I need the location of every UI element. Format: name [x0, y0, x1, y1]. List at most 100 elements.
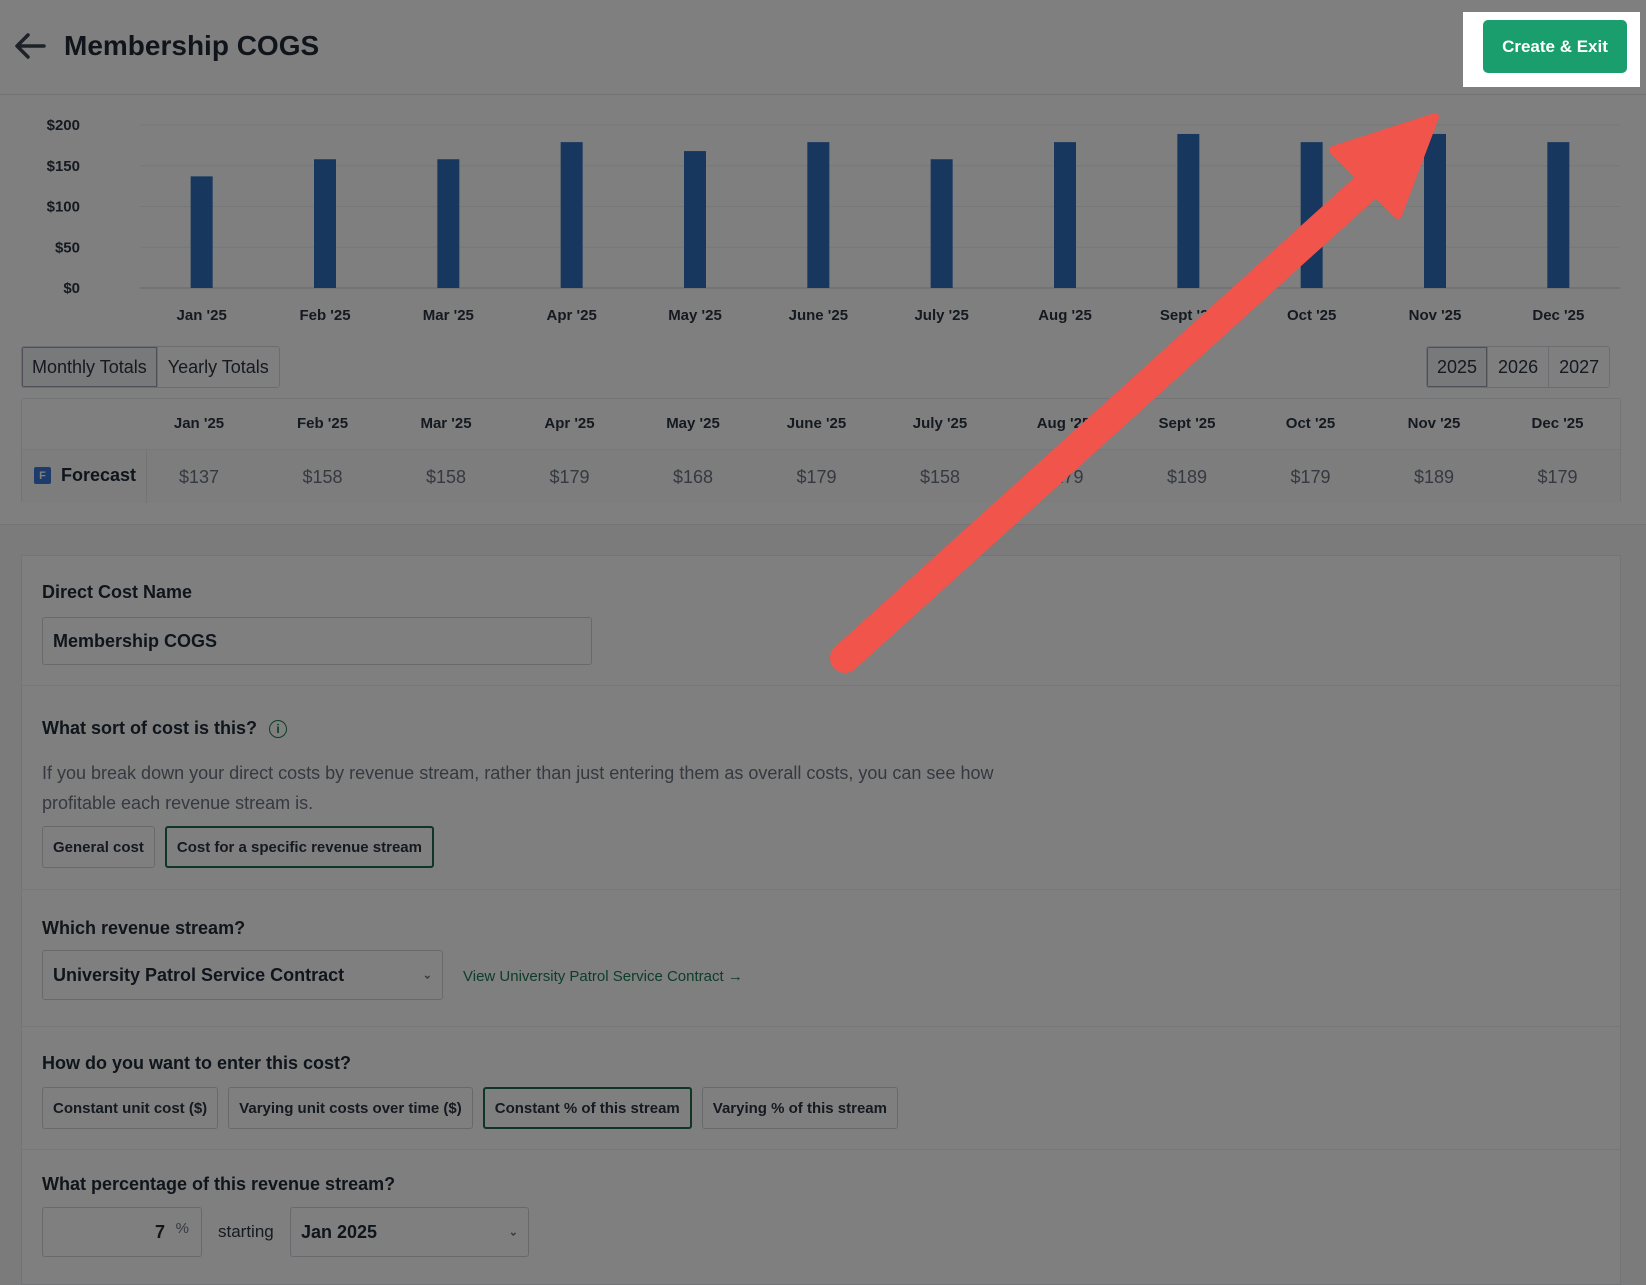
x-tick-label: June '25	[789, 307, 848, 324]
forecast-badge-icon: F	[34, 467, 51, 484]
constant-unit-cost-button[interactable]: Constant unit cost ($)	[42, 1087, 219, 1129]
month-header: May '25	[666, 415, 720, 432]
starting-month-value: Jan 2025	[301, 1221, 378, 1242]
forecast-label: F Forecast	[34, 465, 136, 486]
x-tick-label: Dec '25	[1532, 307, 1584, 324]
chart-bar[interactable]	[1300, 142, 1323, 288]
chevron-down-icon: ⌄	[422, 969, 432, 982]
cost-type-label: What sort of cost is this? i	[42, 718, 288, 739]
info-icon[interactable]: i	[269, 720, 288, 739]
x-tick-label: Oct '25	[1287, 307, 1336, 324]
chart-bar[interactable]	[1547, 142, 1570, 288]
view-stream-link[interactable]: View University Patrol Service Contract …	[463, 968, 743, 985]
chart-bar[interactable]	[1424, 133, 1446, 288]
year-toggle: 2025 2026 2027	[1426, 346, 1611, 388]
month-value[interactable]: $179	[762, 467, 872, 488]
cogs-bar-chart: $200 $150 $100 $50 $0 Jan '25 Feb '25 Mar '25 Ap…	[0, 100, 1646, 330]
month-value[interactable]: $179	[1256, 467, 1366, 488]
chart-bar[interactable]	[1177, 133, 1200, 288]
chart-bar[interactable]	[190, 176, 213, 288]
month-value[interactable]: $158	[268, 467, 378, 488]
chart-bar[interactable]	[1054, 142, 1076, 288]
name-label: Direct Cost Name	[42, 582, 193, 602]
specific-stream-cost-button[interactable]: Cost for a specific revenue stream	[164, 826, 434, 868]
x-tick-label: Feb '25	[299, 307, 350, 324]
x-tick-label: Nov '25	[1409, 307, 1462, 324]
totals-toggle: Monthly Totals Yearly Totals	[21, 346, 280, 388]
direct-cost-name-input[interactable]: Membership COGS	[42, 617, 592, 665]
chart-bar[interactable]	[807, 142, 830, 288]
revenue-stream-select[interactable]: University Patrol Service Contract ⌄	[42, 950, 443, 1000]
month-value[interactable]: $179	[1503, 467, 1613, 488]
month-value[interactable]: $137	[144, 467, 254, 488]
starting-label: starting	[218, 1222, 274, 1241]
x-tick-label: Mar '25	[423, 307, 474, 324]
chart-bar[interactable]	[684, 151, 706, 288]
month-value[interactable]: $158	[391, 467, 501, 488]
revenue-stream-section: Which revenue stream? University Patrol …	[22, 890, 1620, 1027]
year-2026-button[interactable]: 2026	[1488, 347, 1550, 387]
x-tick-label: Aug '25	[1038, 307, 1092, 324]
back-button[interactable]	[12, 28, 48, 64]
month-value[interactable]: $179	[515, 467, 625, 488]
month-value[interactable]: $179	[1009, 467, 1119, 488]
x-tick-label: Sept '25	[1160, 307, 1217, 324]
chart-bar[interactable]	[437, 159, 460, 288]
chart-bar[interactable]	[560, 142, 583, 288]
name-section: Direct Cost Name Membership COGS	[22, 556, 1620, 686]
direct-cost-form: Direct Cost Name Membership COGS What so…	[21, 555, 1621, 1285]
highlight-box: Create & Exit	[1463, 12, 1640, 87]
chart-svg: $200 $150 $100 $50 $0 Jan '25 Feb '25 Mar '25 Ap…	[47, 117, 1620, 324]
totals-table: Jan '25 Feb '25 Mar '25 Apr '25 May '25 June …	[21, 398, 1621, 503]
month-header: Nov '25	[1407, 415, 1461, 432]
yearly-totals-button[interactable]: Yearly Totals	[157, 347, 279, 387]
entry-method-label: How do you want to enter this cost?	[42, 1053, 352, 1073]
monthly-totals-button[interactable]: Monthly Totals	[22, 347, 158, 387]
percentage-section: What percentage of this revenue stream? …	[22, 1150, 1620, 1285]
chevron-down-icon: ⌄	[508, 1226, 518, 1239]
month-header: June '25	[786, 415, 847, 432]
entry-method-options: Constant unit cost ($) Varying unit cost…	[42, 1087, 898, 1129]
percentage-label: What percentage of this revenue stream?	[42, 1174, 396, 1194]
month-header: Mar '25	[420, 415, 472, 432]
column-divider	[146, 449, 147, 503]
varying-percent-button[interactable]: Varying % of this stream	[701, 1087, 898, 1129]
totals-forecast-row: F Forecast $137 $158 $158 $179 $168 $179 $158 $…	[22, 449, 1620, 503]
month-value[interactable]: $158	[885, 467, 995, 488]
forecast-text: Forecast	[61, 465, 137, 485]
cost-type-section: What sort of cost is this? i If you break…	[22, 686, 1620, 890]
month-header: Feb '25	[296, 415, 349, 432]
x-tick-label: July '25	[914, 307, 968, 324]
x-tick-label: Apr '25	[547, 307, 597, 324]
cost-type-options: General cost Cost for a specific revenue…	[42, 826, 434, 868]
create-exit-button[interactable]: Create & Exit	[1483, 20, 1627, 73]
month-header: Aug '25	[1036, 415, 1091, 432]
totals-header-row: Jan '25 Feb '25 Mar '25 Apr '25 May '25 June …	[22, 399, 1620, 449]
month-value[interactable]: $168	[638, 467, 748, 488]
y-tick-label: $0	[63, 280, 80, 297]
y-tick-label: $50	[55, 239, 80, 256]
year-2027-button[interactable]: 2027	[1549, 347, 1610, 387]
month-value[interactable]: $189	[1379, 467, 1489, 488]
header: Membership COGS	[0, 0, 1646, 95]
starting-month-select[interactable]: Jan 2025 ⌄	[290, 1207, 529, 1257]
general-cost-button[interactable]: General cost	[42, 826, 155, 868]
page-title: Membership COGS	[64, 30, 320, 61]
cost-type-help: If you break down your direct costs by r…	[42, 763, 994, 813]
revenue-stream-value: University Patrol Service Contract	[53, 964, 345, 985]
month-header: Apr '25	[544, 415, 595, 432]
chart-bar[interactable]	[930, 159, 953, 288]
month-value[interactable]: $189	[1132, 467, 1242, 488]
y-tick-label: $200	[47, 117, 80, 134]
chart-bar[interactable]	[314, 159, 336, 288]
page: Membership COGS $200 $150 $100 $50 $0 Jan '25…	[0, 0, 1646, 1285]
percent-unit: %	[175, 1220, 189, 1237]
percentage-value: 7	[154, 1221, 165, 1242]
y-tick-label: $100	[47, 199, 80, 216]
x-tick-label: May '25	[668, 307, 722, 324]
varying-unit-cost-button[interactable]: Varying unit costs over time ($)	[228, 1087, 473, 1129]
constant-percent-button[interactable]: Constant % of this stream	[482, 1087, 692, 1129]
percentage-input[interactable]: 7 %	[42, 1207, 202, 1257]
year-2025-button[interactable]: 2025	[1427, 347, 1489, 387]
month-header: Sept '25	[1158, 415, 1216, 432]
